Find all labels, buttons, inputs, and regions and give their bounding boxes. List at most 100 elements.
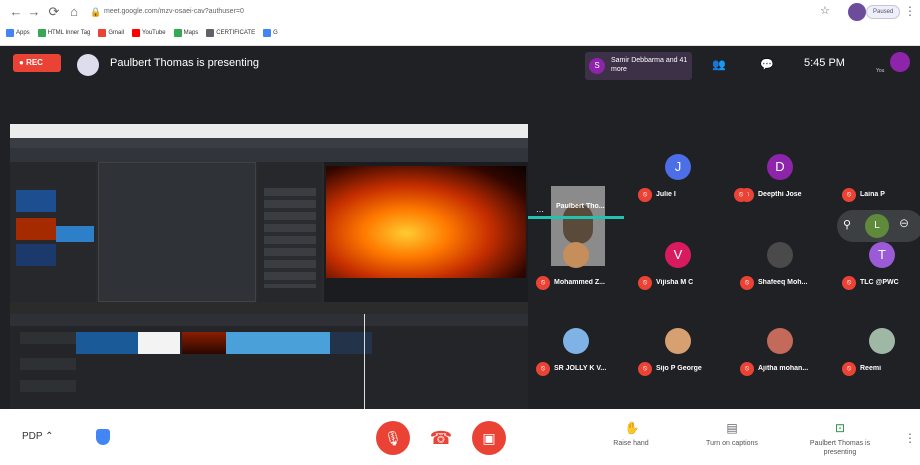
timeline-clip — [182, 332, 226, 354]
project-bin — [10, 162, 96, 302]
bookmark-item[interactable]: HTML Inner Tag — [37, 29, 90, 37]
muted-mic-icon: ⦸ — [638, 362, 652, 376]
muted-mic-icon: ⦸ — [536, 276, 550, 290]
home-icon[interactable]: ⌂ — [66, 4, 82, 20]
timeline-clip — [76, 332, 140, 354]
muted-mic-icon: ⦸ — [842, 362, 856, 376]
participants-chip[interactable]: S Samir Debbarma and 41 more — [585, 52, 692, 80]
meeting-details-button[interactable]: PDP ⌃ — [22, 431, 54, 442]
participant-name: SR JOLLY K V... — [554, 365, 607, 372]
chat-icon[interactable]: 💬 — [760, 58, 774, 71]
muted-mic-icon: ⦸ — [740, 276, 754, 290]
rec-label: REC — [26, 58, 43, 67]
timeline-clip — [330, 332, 372, 354]
participant-avatar: L — [865, 214, 889, 238]
participant-name: Mohammed Z... — [554, 279, 605, 286]
participant-name: Deepthi Jose — [758, 191, 802, 198]
bookmark-item[interactable]: YouTube — [132, 29, 166, 37]
presenting-banner: Paulbert Thomas is presenting — [110, 57, 259, 69]
participant-name: Julie I — [656, 191, 676, 198]
bookmark-icon — [6, 29, 14, 37]
participant-name: Reemi — [860, 365, 882, 372]
bookmark-label: Maps — [183, 30, 199, 36]
mic-off-button[interactable]: 🎙 — [376, 421, 410, 455]
bookmark-item[interactable]: Maps — [173, 29, 199, 37]
remove-icon[interactable]: ⊖ — [899, 216, 909, 230]
participant-avatar: J — [665, 154, 691, 180]
muted-mic-icon: ⦸ — [842, 276, 856, 290]
bin-selected-item — [56, 226, 94, 242]
bookmark-item[interactable]: G — [263, 29, 278, 37]
raise-hand-label[interactable]: Raise hand — [596, 439, 666, 448]
participant-photo — [563, 242, 589, 268]
participant-photo — [869, 328, 895, 354]
profile-status-chip[interactable]: Paused — [866, 5, 901, 19]
raise-hand-icon[interactable]: ✋ — [622, 421, 642, 435]
effects-panel — [258, 162, 322, 302]
camera-off-icon: ▣ — [482, 430, 496, 446]
muted-mic-icon: ⦸ — [638, 188, 652, 202]
bookmark-icon — [37, 29, 46, 37]
editor-title-bar — [10, 124, 528, 138]
captions-icon[interactable]: ▤ — [722, 421, 742, 435]
bin-thumbnail — [16, 244, 56, 266]
timeline-clip — [226, 332, 330, 354]
meet-stage: ● REC Paulbert Thomas is presenting S Sa… — [0, 46, 920, 411]
participant-tile: ⦸ Shafeeq Moh... — [732, 242, 828, 296]
participant-tile: ⦸ Reemi — [834, 328, 920, 382]
muted-mic-icon: ⦸ — [740, 362, 754, 376]
participant-name: Sijo P George — [656, 365, 702, 372]
track-header — [20, 358, 76, 370]
reload-icon[interactable]: ⟳ — [46, 4, 62, 20]
bookmark-label: Apps — [16, 30, 30, 36]
participant-avatar: T — [869, 242, 895, 268]
url-bar[interactable]: meet.google.com/mzv-osaei-cav?authuser=0 — [104, 3, 704, 21]
meeting-time: 5:45 PM — [804, 57, 845, 69]
more-options-icon[interactable]: ⋯ — [536, 201, 544, 219]
profile-avatar[interactable] — [848, 3, 866, 21]
present-now-icon[interactable]: ⊡ — [830, 421, 850, 435]
participant-name: Laina P — [860, 191, 885, 198]
presenter-avatar — [77, 54, 99, 76]
browser-chrome: ← → ⟳ ⌂ 🔒 meet.google.com/mzv-osaei-cav?… — [0, 0, 920, 46]
captions-label[interactable]: Turn on captions — [694, 439, 770, 448]
participant-tile: V ⦸ Vijisha M C — [630, 242, 726, 296]
participant-tile: ⦸ SR JOLLY K V... — [528, 328, 624, 382]
meet-bottom-bar: PDP ⌃ 🎙 ☎ ▣ ✋ Raise hand ▤ Turn on capti… — [0, 409, 920, 465]
participant-tile: T ⦸ TLC @PWC — [834, 242, 920, 296]
pin-icon[interactable]: ⚲ — [843, 218, 851, 231]
youtube-icon — [132, 29, 141, 37]
bookmark-label: CERTIFICATE — [216, 30, 256, 36]
participant-avatar: D — [767, 154, 793, 180]
bookmark-label: YouTube — [142, 30, 166, 36]
participant-tile: ⦸ Sijo P George — [630, 328, 726, 382]
present-now-label[interactable]: Paulbert Thomas is presenting — [800, 439, 880, 457]
browser-menu-icon[interactable]: ⋮ — [904, 4, 916, 18]
people-icon[interactable]: 👥 — [712, 58, 726, 71]
more-options-icon[interactable]: ⋮ — [904, 431, 916, 445]
lock-icon: 🔒 — [90, 7, 102, 17]
security-shield-icon[interactable] — [96, 429, 110, 445]
self-avatar — [890, 52, 910, 72]
clip-monitor — [324, 162, 528, 302]
chevron-up-icon: ⌃ — [45, 431, 54, 442]
bookmark-item[interactable]: CERTIFICATE — [206, 29, 255, 37]
effects-list — [264, 188, 316, 288]
forward-arrow-icon[interactable]: → — [26, 4, 42, 20]
participant-tile: ⦸ Mohammed Z... — [528, 242, 624, 296]
participant-photo — [563, 328, 589, 354]
you-label: You — [876, 68, 885, 74]
leave-call-button[interactable]: ☎ — [424, 421, 458, 455]
gmail-icon — [98, 29, 107, 37]
bookmark-label: Gmail — [108, 30, 125, 36]
bookmark-item[interactable]: Apps — [6, 29, 30, 37]
camera-off-button[interactable]: ▣ — [472, 421, 506, 455]
participant-name: Ajitha mohan... — [758, 365, 809, 372]
bin-thumbnail — [16, 190, 56, 212]
participant-name: TLC @PWC — [860, 279, 899, 286]
bookmark-star-icon[interactable]: ☆ — [820, 4, 830, 17]
editor-toolbar — [10, 148, 528, 162]
back-arrow-icon[interactable]: ← — [8, 4, 24, 20]
bookmark-item[interactable]: Gmail — [98, 29, 124, 37]
participant-name: Shafeeq Moh... — [758, 279, 808, 286]
